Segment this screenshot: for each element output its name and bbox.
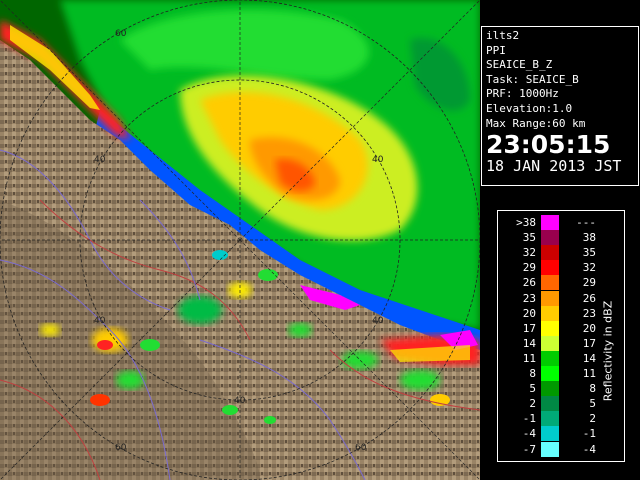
legend-high-value: 5 [589, 397, 596, 411]
legend-high-value: 17 [582, 336, 596, 350]
radar-ppi-map[interactable]: 60 40 40 40 40 40 60 60 [0, 0, 480, 480]
legend-low-value: 14 [522, 336, 536, 350]
legend-high-value: -4 [582, 442, 596, 456]
legend-low-value: 17 [522, 321, 536, 335]
legend-color-swatch [541, 290, 559, 306]
legend-high-value: 35 [582, 246, 596, 260]
legend-high-value: 14 [582, 351, 596, 365]
legend-low-value: -7 [522, 442, 536, 456]
radar-name: ilts2 [486, 29, 520, 42]
legend-row: 14 17 [502, 335, 612, 351]
legend-low-value: 32 [522, 246, 536, 260]
legend-color-swatch [541, 381, 559, 397]
legend-high-value: --- [576, 216, 596, 229]
legend-row: >38 --- [502, 215, 612, 230]
legend-row: 58 [502, 381, 612, 397]
range-label: 40 [372, 316, 384, 326]
legend-color-swatch [541, 411, 559, 427]
scan-date: 18 JAN 2013 JST [486, 157, 622, 176]
legend-title: Reflectivity in dBZ [601, 281, 615, 421]
legend-low-value: 5 [529, 382, 536, 396]
legend-low-value: 29 [522, 261, 536, 275]
legend-low-value: 8 [529, 367, 536, 380]
legend-high-value: 2 [589, 412, 596, 426]
legend-color-swatch [541, 275, 559, 291]
scan-time: 23:05:15 [486, 130, 611, 160]
range-label: 60 [115, 443, 127, 453]
legend-low-value: >38 [516, 216, 536, 229]
legend-low-value: -4 [522, 427, 536, 441]
azimuth-lines [0, 0, 480, 480]
legend-color-swatch [541, 260, 559, 276]
legend-low-value: 23 [522, 291, 536, 305]
legend-low-value: 11 [522, 351, 536, 365]
legend-row: 11 14 [502, 350, 612, 366]
elevation-value: Elevation:1.0 [486, 101, 573, 115]
legend-title-text: Reflectivity in dBZ [601, 300, 615, 402]
legend-high-value: 8 [589, 382, 596, 396]
range-label: 40 [94, 155, 106, 165]
scan-mode: PPI [486, 43, 506, 57]
legend-row: 25 [502, 396, 612, 412]
legend-color-swatch [541, 335, 559, 351]
legend-color-swatch [541, 230, 559, 246]
legend-high-value: 23 [582, 306, 596, 320]
legend-row: -7 -4 [502, 441, 612, 457]
legend-high-value: 26 [582, 291, 596, 305]
legend-color-swatch [541, 350, 559, 366]
legend-row: 32 35 [502, 245, 612, 261]
legend-high-value: 29 [582, 276, 596, 290]
legend-high-value: 32 [582, 261, 596, 275]
prf-value: PRF: 1000Hz [486, 87, 559, 101]
product-name: SEAICE_B_Z [486, 58, 553, 72]
legend-color-swatch [541, 320, 559, 336]
range-label: 40 [372, 155, 384, 165]
legend-row: 20 23 [502, 305, 612, 321]
legend-low-value: 35 [522, 231, 536, 245]
legend-row: 35 38 [502, 230, 612, 246]
legend-row: 8 11 [502, 366, 612, 381]
legend-row: 17 20 [502, 320, 612, 336]
max-range-value: Max Range:60 km [486, 116, 586, 130]
range-label: 60 [355, 443, 367, 453]
range-label: 40 [234, 396, 246, 406]
reflectivity-legend: >38 --- 35 38 32 35 29 32 26 29 23 26 20 23 17 20 14 17 11… [497, 210, 625, 462]
legend-color-swatch [541, 215, 559, 230]
legend-low-value: -1 [522, 412, 536, 426]
legend-high-value: 20 [582, 321, 596, 335]
legend-high-value: 11 [582, 367, 596, 380]
legend-color-swatch [541, 245, 559, 261]
legend-low-value: 2 [529, 397, 536, 411]
legend-color-swatch [541, 396, 559, 412]
legend-row: -1 2 [502, 411, 612, 427]
legend-row: 29 32 [502, 260, 612, 276]
legend-high-value: -1 [582, 427, 596, 441]
legend-high-value: 38 [582, 231, 596, 245]
legend-row: 23 26 [502, 290, 612, 306]
legend-color-swatch [541, 441, 559, 457]
range-label: 60 [115, 29, 127, 39]
legend-color-swatch [541, 366, 559, 381]
legend-color-swatch [541, 305, 559, 321]
legend-row: 26 29 [502, 275, 612, 291]
task-name: Task: SEAICE_B [486, 72, 579, 86]
radar-info-panel: ilts2 PPI SEAICE_B_Z Task: SEAICE_B PRF:… [481, 26, 639, 186]
legend-row: -4 -1 [502, 426, 612, 442]
legend-color-swatch [541, 426, 559, 442]
legend-low-value: 26 [522, 276, 536, 290]
range-label: 40 [94, 316, 106, 326]
legend-low-value: 20 [522, 306, 536, 320]
